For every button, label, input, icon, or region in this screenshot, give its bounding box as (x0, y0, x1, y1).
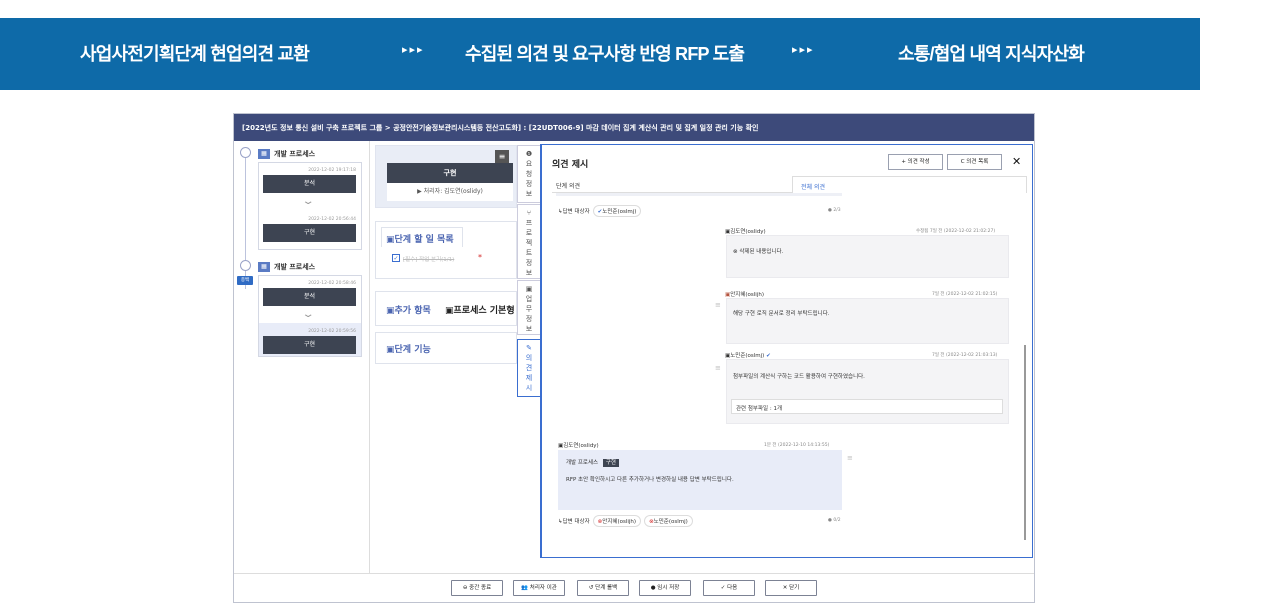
tab-work-info[interactable]: ▣ 업 무 정 보 (517, 280, 541, 335)
step-date: 2022-12-02 19:17:18 (308, 168, 356, 173)
info-icon: ❶ (525, 150, 533, 158)
tab-opinion[interactable]: ✎ 의 견 제 시 (517, 339, 541, 397)
timeline-dot (240, 260, 251, 271)
comment-author: ▣김도연(oslidy) (725, 229, 766, 235)
drag-handle-icon[interactable]: ≡ (847, 454, 853, 462)
opinion-title: 의견 제시 (552, 160, 589, 170)
reply-target-chip[interactable]: ⊗노민준(oslmj) (644, 515, 693, 527)
comment-meta: 7일 전 (2022-12-02 21:02:15) (932, 292, 998, 297)
reply-count: ● 2/3 (828, 208, 841, 213)
todo-checkbox[interactable]: ✓ (392, 254, 400, 262)
bubble-edge (556, 193, 842, 196)
scrollbar[interactable] (1024, 345, 1026, 540)
process-2-header[interactable]: ▦ 개발 프로세스 (258, 262, 315, 272)
reply-target-chip[interactable]: ⊗안지혜(oslijh) (592, 515, 642, 527)
close-icon[interactable]: ✕ (1012, 155, 1021, 168)
drag-handle-icon[interactable]: ≡ (715, 301, 721, 309)
banner-step-2: 수집된 의견 및 요구사항 반영 RFP 도출 (465, 44, 745, 64)
banner-step-3: 소통/협업 내역 지식자산화 (898, 44, 1085, 64)
comment-text: 해당 구현 로직 문서로 정리 부탁드립니다. (733, 311, 830, 317)
comment-bubble (726, 359, 1009, 424)
process-icon: ▦ (258, 262, 270, 272)
comment-meta: 7일 전 (2022-12-02 21:03:13) (932, 353, 998, 358)
reply-target-row: ↳답변 대상자 ✔노민준(oslmj) (558, 205, 642, 217)
comment-text: RFP 초안 확인하시고 다른 추가하거나 변경하실 내용 답변 부탁드립니다. (566, 477, 734, 483)
comment-bubble (726, 235, 1009, 278)
step-button-analysis[interactable]: 분석 (263, 175, 356, 193)
comment-text: 첨부파일의 계산식 구하는 코드 활용하여 구현하였습니다. (733, 374, 865, 380)
clipboard-icon: ▣ (386, 306, 395, 316)
timeline-dot (240, 147, 251, 158)
step-button-analysis[interactable]: 분석 (263, 288, 356, 306)
app-window: [2022년도 정보 통신 설비 구축 프로젝트 그룹 > 공정안전기술정보관리… (233, 113, 1035, 603)
chat-icon: ✎ (526, 344, 532, 352)
comment-meta: 수정됨 7일 전 (2022-12-02 21:02:27) (916, 229, 996, 234)
step-function-title: ▣단계 기능 (386, 345, 431, 355)
tab-all-opinion[interactable]: 전체 의견 (792, 176, 1027, 193)
banner-chevron-2: ▸▸▸ (792, 43, 815, 56)
opinion-list-button[interactable]: C 의견 목록 (947, 154, 1002, 170)
opinion-panel: 의견 제시 + 의견 작성 C 의견 목록 ✕ 단계 의견 전체 의견 ↳답변 … (540, 144, 1033, 558)
chevron-down-icon: ⌄ (301, 196, 315, 207)
close-button[interactable]: ✕ 닫기 (765, 580, 817, 596)
process-timeline-panel: ▦ 개발 프로세스 2022-12-02 19:17:18 분석 ⌄ 2022-1… (234, 141, 370, 573)
temp-save-button[interactable]: ● 임시 저장 (639, 580, 691, 596)
todo-title: ▣단계 할 일 목록 (386, 235, 454, 245)
menu-icon[interactable]: ≡ (495, 150, 509, 163)
process-basic-tab[interactable]: ▣프로세스 기본형 (445, 303, 515, 316)
attachment-label: 관련 첨부파일 : 1개 (736, 406, 783, 412)
tab-request-info[interactable]: ❶요 청 정 보 (517, 145, 541, 203)
step-date: 2022-12-02 20:56:44 (308, 217, 356, 222)
process-icon: ▦ (258, 149, 270, 159)
clipboard-icon: ▣ (386, 345, 395, 355)
clipboard-icon: ▣ (386, 235, 395, 245)
reply-count: ● 0/2 (828, 518, 841, 523)
step-button-implement[interactable]: 구현 (263, 224, 356, 242)
banner-step-1: 사업사전기획단계 현업의견 교환 (80, 44, 310, 64)
step-date: 2022-12-02 20:58:46 (308, 281, 356, 286)
required-mark: * (478, 253, 482, 262)
reply-target-row: ↳답변 대상자 ⊗안지혜(oslijh) ⊗노민준(oslmj) (558, 515, 693, 527)
banner-chevron-1: ▸▸▸ (402, 43, 425, 56)
tab-project-info[interactable]: ⑂ 프 로 젝 트 정 보 (517, 204, 541, 279)
comment-text: ⊗ 삭제된 내용입니다. (733, 249, 784, 255)
rollback-button[interactable]: ↺ 단계 롤백 (577, 580, 629, 596)
todo-item: [필수] 작업 분기(1/1) (403, 257, 455, 263)
step-date: 2022-12-02 20:59:56 (308, 329, 356, 334)
status-badge: 종백 (237, 276, 253, 285)
tab-step-opinion[interactable]: 단계 의견 (552, 176, 792, 193)
current-step-label: 구현 (387, 163, 513, 183)
reply-target-chip[interactable]: ✔노민준(oslmj) (592, 205, 642, 217)
comment-author: ▣김도연(oslidy) (558, 443, 599, 449)
add-items-tab[interactable]: ▣추가 항목 (386, 303, 431, 316)
comment-tags: 개발 프로세스 구현 (566, 458, 619, 467)
stop-button[interactable]: ⊖ 중간 종료 (451, 580, 503, 596)
branch-icon: ⑂ (526, 209, 532, 217)
transfer-handler-button[interactable]: 👥 처리자 이관 (513, 580, 565, 596)
window-title: [2022년도 정보 통신 설비 구축 프로젝트 그룹 > 공정안전기술정보관리… (234, 114, 1034, 141)
clipboard-icon: ▣ (445, 306, 454, 316)
comment-author: ▣노민준(oslmj) ✔ (725, 353, 771, 359)
bottom-action-bar: ⊖ 중간 종료 👥 처리자 이관 ↺ 단계 롤백 ● 임시 저장 ✓ 다음 ✕ … (234, 573, 1034, 603)
comment-bubble (726, 298, 1009, 344)
comment-author: ▣안지혜(oslijh) (725, 292, 764, 298)
next-button[interactable]: ✓ 다음 (703, 580, 755, 596)
chevron-down-icon: ⌄ (301, 309, 315, 320)
user-icon: 👥 (521, 585, 530, 591)
drag-handle-icon[interactable]: ≡ (715, 364, 721, 372)
step-button-implement[interactable]: 구현 (263, 336, 356, 354)
process-1-header[interactable]: ▦ 개발 프로세스 (258, 149, 315, 159)
comment-meta: 1분 전 (2022-12-10 14:13:55) (764, 443, 830, 448)
briefcase-icon: ▣ (525, 285, 533, 293)
write-opinion-button[interactable]: + 의견 작성 (888, 154, 943, 170)
handler-label: ▶ 처리자: 김도연(oslidy) (387, 183, 513, 201)
opinion-tabs: 단계 의견 전체 의견 (552, 176, 1027, 193)
